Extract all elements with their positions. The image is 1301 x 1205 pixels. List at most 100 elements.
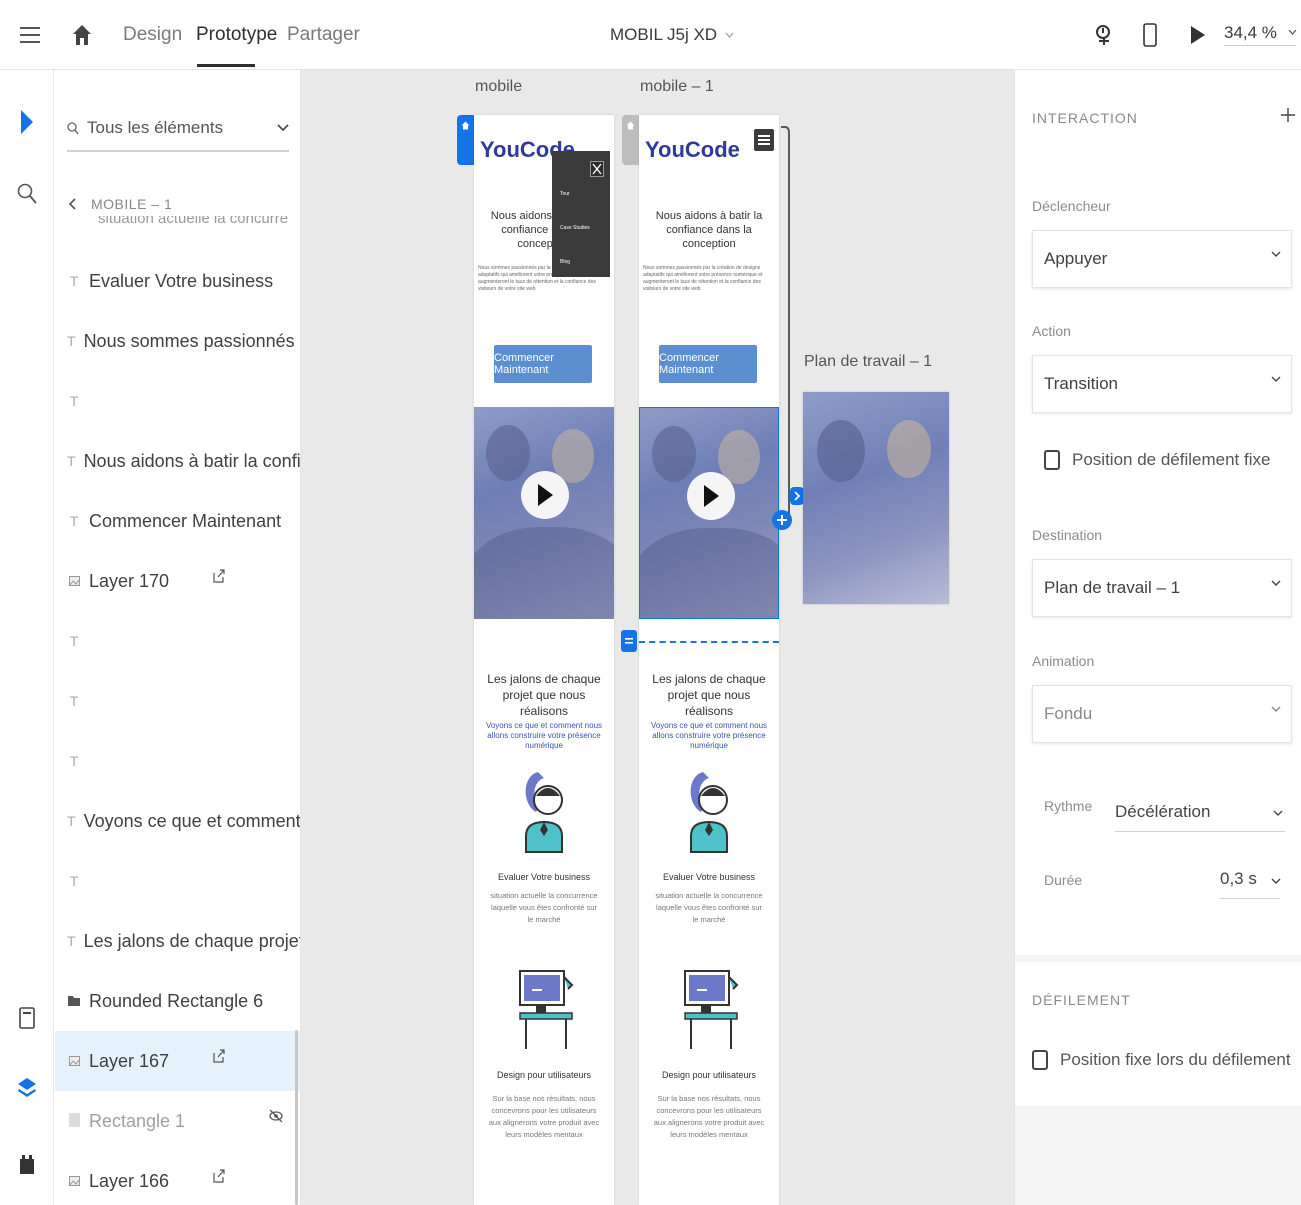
layer-row[interactable]: T Commencer Maintenant xyxy=(55,491,300,551)
action-label: Action xyxy=(1032,323,1071,339)
zoom-level[interactable]: 34,4 % xyxy=(1224,20,1297,46)
easing-dropdown[interactable]: Décélération xyxy=(1115,792,1285,832)
layer-row[interactable]: T Voyons ce que et comment nous... xyxy=(55,791,300,851)
chevron-down-icon xyxy=(1271,580,1281,586)
layers-panel: Tous les éléments MOBILE – 1 situation a… xyxy=(55,70,301,1205)
artboard-label[interactable]: mobile – 1 xyxy=(640,78,714,96)
rectangle-layer-icon xyxy=(67,1112,81,1130)
layer-row[interactable]: T Nous aidons à batir la confiance... xyxy=(55,431,300,491)
image-layer-icon xyxy=(67,573,81,589)
device-preview-icon[interactable] xyxy=(1143,0,1157,70)
chevron-down-icon[interactable] xyxy=(1271,878,1281,885)
checkbox-icon[interactable] xyxy=(1044,450,1060,470)
menu-item[interactable]: Contact us xyxy=(560,289,584,295)
fixed-scroll-checkbox[interactable]: Position de défilement fixe xyxy=(1044,450,1270,470)
artboard-label[interactable]: mobile xyxy=(475,78,522,96)
trigger-dropdown[interactable]: Appuyer xyxy=(1032,230,1292,288)
cta-button[interactable]: Commencer Maintenant xyxy=(659,345,757,383)
artboard-mobile[interactable]: YouCode Nous aidons à batir la confiance… xyxy=(474,115,614,1205)
menu-item[interactable]: Case Studies xyxy=(560,225,590,231)
easing-label: Rythme xyxy=(1044,798,1093,814)
video-thumbnail-selected[interactable] xyxy=(639,407,779,619)
interaction-wire[interactable] xyxy=(771,125,801,535)
text-layer-icon: T xyxy=(69,873,79,889)
chevron-down-icon xyxy=(1271,706,1281,712)
document-assets-icon[interactable] xyxy=(13,1004,41,1032)
layer-row-selected[interactable]: Layer 167 xyxy=(55,1031,300,1091)
property-inspector: INTERACTION Déclencheur Appuyer Action T… xyxy=(1014,70,1301,1205)
artboard-mobile-1[interactable]: YouCode Nous aidons à batir la confiance… xyxy=(639,115,779,1205)
select-tool-icon[interactable] xyxy=(13,108,41,136)
animation-dropdown[interactable]: Fondu xyxy=(1032,685,1292,743)
user-test-icon[interactable] xyxy=(1095,0,1113,70)
layer-row[interactable]: T Les jalons de chaque projet... xyxy=(55,911,300,971)
scroll-title: DÉFILEMENT xyxy=(1032,992,1131,1008)
layer-row[interactable]: T xyxy=(55,611,300,671)
checkbox-icon[interactable] xyxy=(1032,1050,1048,1070)
add-icon[interactable] xyxy=(1281,108,1295,127)
external-link-icon[interactable] xyxy=(213,569,225,588)
home-icon xyxy=(626,121,635,130)
video-thumbnail[interactable] xyxy=(474,407,614,619)
hidden-eye-icon[interactable] xyxy=(269,1109,283,1128)
chevron-down-icon xyxy=(1288,29,1297,35)
hamburger-menu-icon[interactable] xyxy=(20,0,40,70)
layer-row[interactable]: T Evaluer Votre business xyxy=(55,251,300,311)
layer-row[interactable]: Rectangle 1 xyxy=(55,1091,300,1151)
play-preview-icon[interactable] xyxy=(1190,0,1206,70)
layer-row[interactable]: Layer 170 xyxy=(55,551,300,611)
add-interaction-icon[interactable] xyxy=(772,510,792,535)
artboard-flag[interactable] xyxy=(622,115,639,165)
layers-scrollbar[interactable] xyxy=(295,1030,298,1205)
fixed-scroll-guide[interactable] xyxy=(639,641,779,643)
business-person-icon xyxy=(683,770,735,859)
play-icon[interactable] xyxy=(687,472,735,520)
plugins-icon[interactable] xyxy=(13,1150,41,1178)
chevron-down-icon xyxy=(1271,251,1281,257)
text-layer-icon: T xyxy=(67,333,76,349)
zoom-tool-icon[interactable] xyxy=(13,180,41,208)
layer-row[interactable]: T xyxy=(55,671,300,731)
external-link-icon[interactable] xyxy=(213,1049,225,1068)
artboard-plan-de-travail-1[interactable] xyxy=(803,392,949,604)
layer-row[interactable]: T xyxy=(55,731,300,791)
tab-design[interactable]: Design xyxy=(123,0,182,70)
document-title-menu[interactable]: MOBIL J5j XD xyxy=(610,0,734,70)
destination-dropdown[interactable]: Plan de travail – 1 xyxy=(1032,559,1292,617)
breadcrumb[interactable]: MOBILE – 1 xyxy=(69,196,172,212)
home-artboard-flag[interactable] xyxy=(457,115,474,165)
layer-row[interactable]: T xyxy=(55,851,300,911)
scroll-position-handle[interactable] xyxy=(621,630,637,657)
menu-item[interactable]: Tour xyxy=(560,191,570,197)
layers-icon[interactable] xyxy=(13,1075,41,1103)
layer-row[interactable]: T Nous sommes passionnés par la... xyxy=(55,311,300,371)
layer-row[interactable]: Layer 166 xyxy=(55,1151,300,1205)
trigger-label: Déclencheur xyxy=(1032,198,1111,214)
tool-rail xyxy=(0,70,54,1205)
wire-arrow-icon[interactable] xyxy=(790,487,804,510)
clipped-layer-row: situation actuelle la concurrence... xyxy=(98,216,288,226)
home-icon[interactable] xyxy=(72,0,92,70)
text-layer-icon: T xyxy=(69,273,79,289)
close-icon[interactable] xyxy=(590,161,604,179)
layer-row[interactable]: Rounded Rectangle 6 xyxy=(55,971,300,1031)
tab-partager[interactable]: Partager xyxy=(287,0,360,70)
home-icon xyxy=(461,121,470,130)
card-title: Design pour utilisateurs xyxy=(661,1070,757,1080)
active-tab-indicator xyxy=(197,64,255,67)
cta-button[interactable]: Commencer Maintenant xyxy=(494,345,592,383)
menu-item[interactable]: Blog xyxy=(560,259,570,265)
tab-prototype[interactable]: Prototype xyxy=(196,0,277,70)
layer-search[interactable]: Tous les éléments xyxy=(67,106,289,152)
section-title: Les jalons de chaque projet que nous réa… xyxy=(652,672,766,718)
action-dropdown[interactable]: Transition xyxy=(1032,355,1292,413)
card-title: Evaluer Votre business xyxy=(662,872,756,882)
layer-row[interactable]: T xyxy=(55,371,300,431)
play-icon[interactable] xyxy=(521,471,569,519)
design-canvas[interactable]: mobile mobile – 1 YouCode Nous aidons à … xyxy=(301,70,1014,1205)
artboard-label[interactable]: Plan de travail – 1 xyxy=(804,353,932,371)
chevron-down-icon[interactable] xyxy=(277,124,289,132)
text-layer-icon: T xyxy=(69,393,79,409)
fixed-on-scroll-checkbox[interactable]: Position fixe lors du défilement xyxy=(1032,1050,1291,1070)
external-link-icon[interactable] xyxy=(213,1169,225,1188)
